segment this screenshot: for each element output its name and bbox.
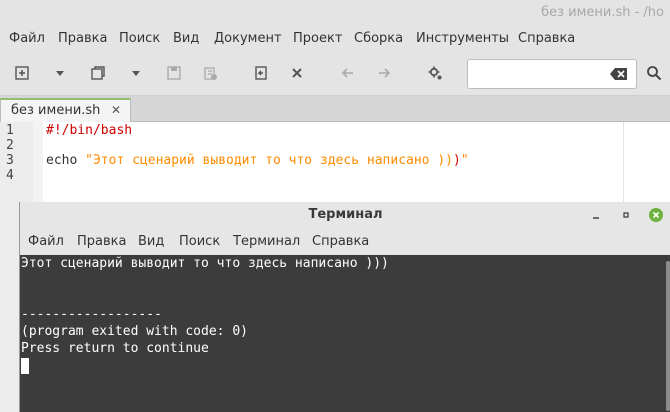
search-icon xyxy=(647,66,662,81)
line-number: 2 xyxy=(6,138,14,153)
terminal-line: Press return to continue xyxy=(21,341,209,356)
echo-keyword: echo xyxy=(46,153,78,168)
line-number: 3 xyxy=(6,153,14,168)
scrollbar-thumb[interactable] xyxy=(666,261,670,411)
terminal-menu-help[interactable]: Справка xyxy=(312,234,369,249)
maximize-button[interactable] xyxy=(618,207,634,223)
terminal-menu-search[interactable]: Поиск xyxy=(179,234,220,249)
terminal-title: Терминал xyxy=(308,207,383,222)
compile-icon xyxy=(428,66,442,80)
terminal-menu-view[interactable]: Вид xyxy=(138,234,164,249)
menu-file[interactable]: Файл xyxy=(9,31,45,46)
back-arrow-icon xyxy=(341,68,353,78)
save-all-button[interactable] xyxy=(199,62,221,84)
terminal-output[interactable]: Этот сценарий выводит то что здесь напис… xyxy=(20,255,670,412)
navigate-back-button[interactable] xyxy=(337,62,359,84)
string-literal: "Этот сценарий выводит то что здесь напи… xyxy=(77,153,453,168)
clear-input-icon[interactable] xyxy=(610,67,628,81)
close-icon xyxy=(292,68,302,78)
search-button[interactable] xyxy=(643,62,665,84)
new-file-button[interactable] xyxy=(11,62,33,84)
open-file-dropdown[interactable] xyxy=(125,62,147,84)
close-icon xyxy=(649,208,663,222)
revert-button[interactable] xyxy=(250,62,272,84)
terminal-line: (program exited with code: 0) xyxy=(21,324,248,339)
menu-project[interactable]: Проект xyxy=(293,31,342,46)
terminal-line: ------------------ xyxy=(21,307,162,322)
string-closing-quote: " xyxy=(460,153,469,168)
toolbar xyxy=(0,52,670,96)
terminal-line: Этот сценарий выводит то что здесь напис… xyxy=(21,256,389,271)
document-tabbar: без имени.sh ✕ xyxy=(0,96,670,122)
revert-icon xyxy=(255,66,267,80)
save-icon xyxy=(167,66,181,80)
save-all-icon xyxy=(204,67,217,80)
menu-search[interactable]: Поиск xyxy=(119,31,160,46)
menu-tools[interactable]: Инструменты xyxy=(416,31,509,46)
navigate-forward-button[interactable] xyxy=(373,62,395,84)
window-titlebar: без имени.sh - /ho xyxy=(0,0,670,26)
minimize-button[interactable] xyxy=(588,207,604,223)
forward-arrow-icon xyxy=(379,68,391,78)
tab-close-icon[interactable]: ✕ xyxy=(111,103,121,117)
shebang-text: #!/bin/bash xyxy=(46,123,133,138)
terminal-cursor xyxy=(21,358,29,374)
search-box xyxy=(467,59,637,89)
open-file-icon xyxy=(91,66,105,80)
line-number: 1 xyxy=(6,123,14,138)
terminal-titlebar: Терминал xyxy=(20,202,670,228)
terminal-menubar: Файл Правка Вид Поиск Терминал Справка xyxy=(20,228,670,255)
dropdown-icon xyxy=(132,71,140,76)
menu-build[interactable]: Сборка xyxy=(354,31,403,46)
code-line-3: echo "Этот сценарий выводит то что здесь… xyxy=(46,153,469,168)
menu-document[interactable]: Документ xyxy=(214,31,282,46)
open-file-button[interactable] xyxy=(87,62,109,84)
save-button[interactable] xyxy=(163,62,185,84)
tab-untitled-sh[interactable]: без имени.sh ✕ xyxy=(0,98,131,122)
terminal-window: Терминал Файл Правка Вид Поиск Терминал … xyxy=(19,202,670,412)
terminal-menu-terminal[interactable]: Терминал xyxy=(233,234,300,249)
line-number: 4 xyxy=(6,168,14,183)
terminal-scrollbar[interactable] xyxy=(663,255,670,412)
search-input[interactable] xyxy=(472,64,602,84)
close-window-button[interactable] xyxy=(648,207,664,223)
terminal-menu-file[interactable]: Файл xyxy=(28,234,64,249)
minimize-icon xyxy=(593,217,599,219)
dropdown-icon xyxy=(56,71,64,76)
terminal-menu-edit[interactable]: Правка xyxy=(77,234,126,249)
menu-view[interactable]: Вид xyxy=(173,31,199,46)
matched-paren: ) xyxy=(453,153,461,168)
close-file-button[interactable] xyxy=(286,62,308,84)
code-line-1: #!/bin/bash xyxy=(46,123,132,138)
code-text: #!/bin/bash echo "Этот сценарий выводит … xyxy=(46,122,469,182)
tab-label: без имени.sh xyxy=(11,103,101,118)
menubar: Файл Правка Поиск Вид Документ Проект Сб… xyxy=(0,26,670,52)
new-file-dropdown[interactable] xyxy=(49,62,71,84)
compile-button[interactable] xyxy=(424,62,446,84)
menu-edit[interactable]: Правка xyxy=(58,31,107,46)
maximize-icon xyxy=(623,212,629,218)
window-title: без имени.sh - /ho xyxy=(541,5,664,20)
new-file-icon xyxy=(15,66,29,80)
menu-help[interactable]: Справка xyxy=(518,31,575,46)
